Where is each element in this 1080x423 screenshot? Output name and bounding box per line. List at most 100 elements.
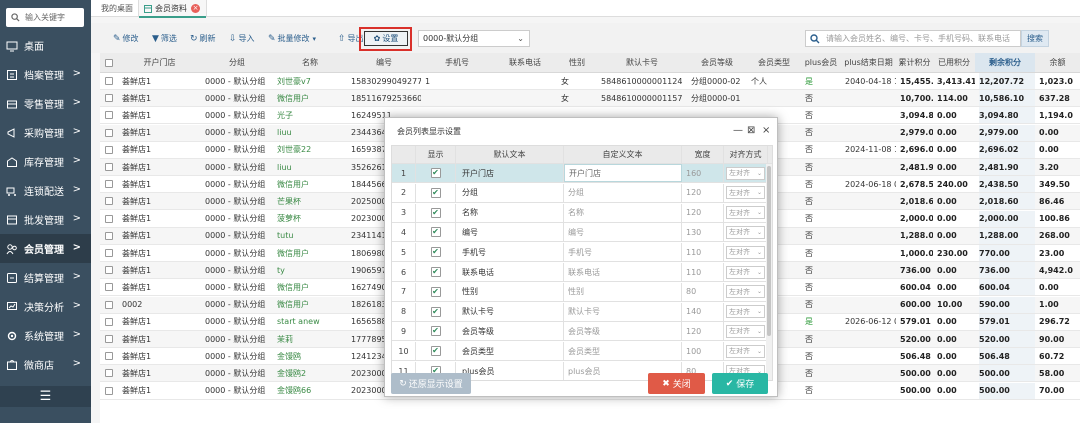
column-header[interactable]: 余额 — [1035, 53, 1080, 72]
show-checkbox[interactable]: ✔ — [430, 306, 441, 317]
row-checkbox[interactable] — [105, 335, 113, 343]
edit-button[interactable]: ✎ 修改 — [113, 31, 139, 46]
column-header[interactable]: 默认卡号 — [597, 53, 687, 72]
show-checkbox[interactable]: ✔ — [430, 207, 441, 218]
settings-row[interactable]: 7 ✔ 性别 性别 80 左对齐 ⌄ — [392, 282, 772, 302]
sidebar-item-4[interactable]: 库存管理 > — [0, 147, 91, 176]
minimize-icon[interactable]: — — [733, 125, 743, 136]
column-header[interactable]: 剩余积分 — [975, 53, 1035, 72]
width-input[interactable]: 120 — [682, 322, 724, 341]
show-checkbox[interactable]: ✔ — [430, 187, 441, 198]
width-input[interactable]: 100 — [682, 342, 724, 361]
settings-row[interactable]: 1 ✔ 开户门店 开户门店 160 左对齐 ⌄ — [392, 164, 772, 183]
show-checkbox[interactable]: ✔ — [430, 168, 441, 178]
column-header[interactable]: 开户门店 — [118, 53, 201, 72]
show-checkbox[interactable]: ✔ — [430, 267, 441, 277]
column-header[interactable]: 分组 — [201, 53, 273, 72]
settings-row[interactable]: 4 ✔ 编号 编号 130 左对齐 ⌄ — [392, 223, 772, 243]
custom-text-input[interactable]: 默认卡号 — [564, 302, 682, 321]
dialog-scrollbar[interactable] — [766, 164, 772, 380]
column-header[interactable]: 性别 — [557, 53, 597, 72]
row-checkbox[interactable] — [105, 77, 113, 85]
align-select[interactable]: 左对齐 ⌄ — [726, 186, 765, 200]
align-select[interactable]: 左对齐 ⌄ — [726, 225, 765, 239]
row-checkbox[interactable] — [105, 94, 113, 103]
tab-member-profile[interactable]: 会员资料 × — [138, 0, 207, 18]
column-header[interactable]: 会员等级 — [687, 53, 747, 72]
close-icon[interactable]: × — [762, 125, 770, 136]
sidebar-item-10[interactable]: 系统管理 > — [0, 321, 91, 350]
custom-text-input[interactable]: 名称 — [564, 203, 682, 222]
sidebar-item-7[interactable]: 会员管理 > — [0, 234, 91, 263]
sidebar-item-1[interactable]: 档案管理 > — [0, 60, 91, 89]
custom-text-input[interactable]: 会员等级 — [564, 322, 682, 341]
width-input[interactable]: 110 — [682, 263, 724, 281]
settings-row[interactable]: 8 ✔ 默认卡号 默认卡号 140 左对齐 ⌄ — [392, 302, 772, 322]
import-button[interactable]: ⇩ 导入 — [229, 31, 255, 46]
menu-toggle-icon[interactable]: ☰ — [0, 386, 91, 407]
row-checkbox[interactable] — [105, 180, 113, 189]
row-checkbox[interactable] — [105, 145, 113, 154]
sidebar-search-input[interactable]: 输入关键字 — [6, 8, 84, 27]
row-checkbox[interactable] — [105, 300, 113, 309]
column-header[interactable]: 编号 — [347, 53, 421, 72]
column-header[interactable]: 会员类型 — [747, 53, 801, 72]
row-checkbox[interactable] — [105, 111, 113, 120]
show-checkbox[interactable]: ✔ — [430, 247, 441, 258]
settings-row[interactable]: 3 ✔ 名称 名称 120 左对齐 ⌄ — [392, 203, 772, 223]
column-header[interactable]: 手机号 — [421, 53, 493, 72]
maximize-icon[interactable]: ⊠ — [747, 125, 755, 136]
column-header[interactable]: 累计积分 — [896, 53, 933, 72]
width-input[interactable]: 110 — [682, 243, 724, 262]
row-checkbox[interactable] — [105, 231, 113, 240]
row-checkbox[interactable] — [105, 283, 113, 292]
align-select[interactable]: 左对齐 ⌄ — [726, 206, 765, 220]
custom-text-input[interactable]: 分组 — [564, 183, 682, 202]
restore-settings-button[interactable]: ↻ 还原显示设置 — [391, 373, 471, 394]
show-checkbox[interactable]: ✔ — [430, 227, 441, 238]
row-checkbox[interactable] — [105, 128, 113, 137]
show-checkbox[interactable]: ✔ — [430, 286, 441, 297]
row-checkbox[interactable] — [105, 197, 113, 206]
settings-row[interactable]: 5 ✔ 手机号 手机号 110 左对齐 ⌄ — [392, 243, 772, 263]
select-all-checkbox[interactable] — [105, 58, 113, 67]
row-checkbox[interactable] — [105, 369, 113, 378]
settings-row[interactable]: 9 ✔ 会员等级 会员等级 120 左对齐 ⌄ — [392, 322, 772, 342]
group-select[interactable]: 0000-默认分组 ⌄ — [418, 30, 530, 47]
width-input[interactable]: 120 — [682, 183, 724, 202]
sidebar-item-2[interactable]: 零售管理 > — [0, 89, 91, 118]
width-input[interactable]: 80 — [682, 282, 724, 301]
row-checkbox[interactable] — [105, 249, 113, 257]
settings-row[interactable]: 10 ✔ 会员类型 会员类型 100 左对齐 ⌄ — [392, 342, 772, 362]
column-header[interactable]: 联系电话 — [493, 53, 557, 72]
column-header[interactable]: 名称 — [273, 53, 347, 72]
settings-button[interactable]: ✿ 设置 — [364, 31, 408, 46]
row-checkbox[interactable] — [105, 266, 113, 275]
refresh-button[interactable]: ↻ 刷新 — [190, 31, 216, 46]
column-header[interactable]: 已用积分 — [933, 53, 975, 72]
width-input[interactable]: 130 — [682, 223, 724, 242]
scrollbar-thumb[interactable] — [767, 166, 771, 336]
row-checkbox[interactable] — [105, 317, 113, 326]
align-select[interactable]: 左对齐 ⌄ — [726, 285, 765, 299]
batch-edit-button[interactable]: ✎ 批量修改 ▾ — [268, 31, 316, 46]
save-button[interactable]: ✔ 保存 — [712, 373, 768, 394]
width-input[interactable]: 160 — [682, 164, 724, 182]
settings-row[interactable]: 2 ✔ 分组 分组 120 左对齐 ⌄ — [392, 183, 772, 203]
align-select[interactable]: 左对齐 ⌄ — [726, 265, 765, 279]
table-row[interactable]: 荟鲜店1 0000 - 默认分组 刘世豪v7 15830299049277641 1 女 5… — [100, 73, 1080, 90]
align-select[interactable]: 左对齐 ⌄ — [726, 166, 765, 180]
row-checkbox[interactable] — [105, 163, 113, 171]
show-checkbox[interactable]: ✔ — [430, 346, 441, 357]
settings-row[interactable]: 6 ✔ 联系电话 联系电话 110 左对齐 ⌄ — [392, 263, 772, 282]
column-header[interactable]: plus结束日期 — [841, 53, 896, 72]
align-select[interactable]: 左对齐 ⌄ — [726, 344, 765, 358]
align-select[interactable]: 左对齐 ⌄ — [726, 305, 765, 319]
width-input[interactable]: 120 — [682, 203, 724, 222]
sidebar-item-0[interactable]: 桌面 — [0, 31, 91, 60]
custom-text-input[interactable]: 手机号 — [564, 243, 682, 262]
custom-text-input[interactable]: 编号 — [564, 223, 682, 242]
sidebar-item-9[interactable]: 决策分析 > — [0, 292, 91, 321]
width-input[interactable]: 140 — [682, 302, 724, 321]
member-search-input[interactable]: 请输入会员姓名、编号、卡号、手机号码、联系电话 — [805, 30, 1021, 47]
